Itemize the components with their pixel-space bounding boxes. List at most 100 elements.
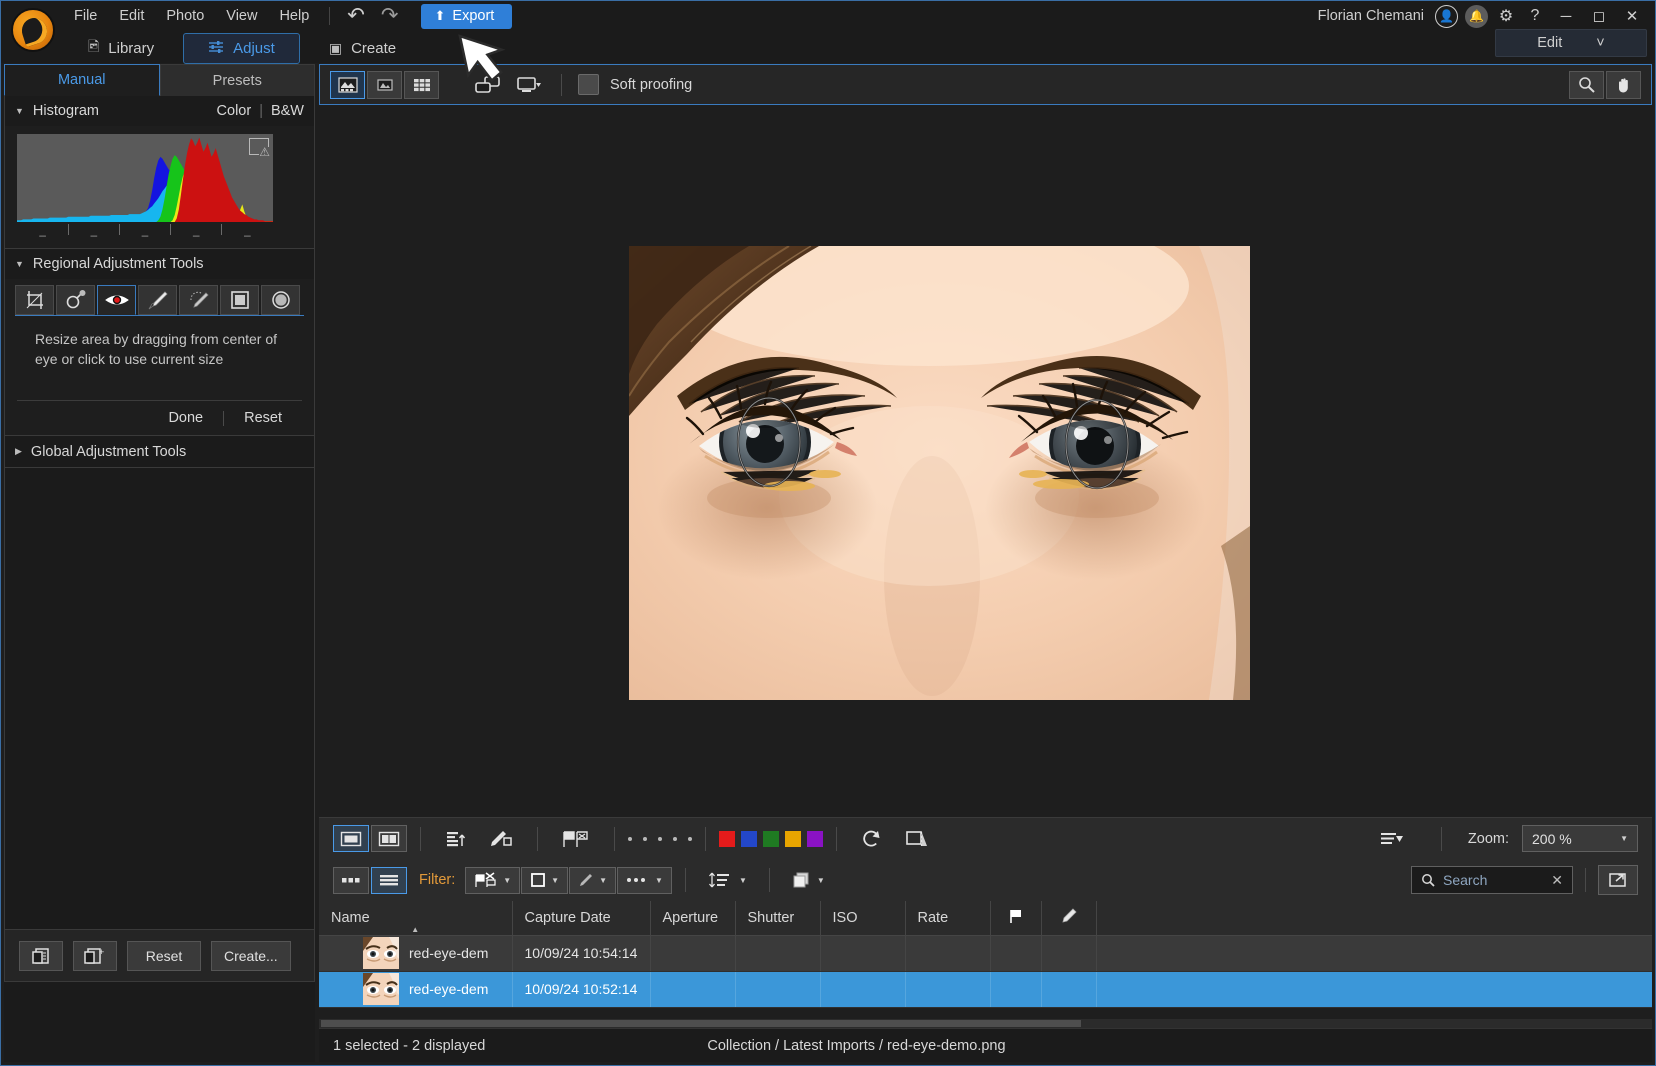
menu-item-edit[interactable]: Edit (108, 5, 155, 27)
photo-canvas[interactable] (319, 105, 1652, 817)
cell-edited[interactable] (1041, 935, 1096, 971)
cell-spacer (1096, 935, 1652, 971)
rating-filter-icon[interactable]: ▼ (617, 867, 672, 894)
maximize-icon[interactable]: ◻ (1584, 7, 1614, 25)
crop-rotate-tool[interactable] (15, 285, 54, 315)
rating-dot-2[interactable] (643, 837, 647, 841)
color-label-green[interactable] (763, 831, 779, 847)
export-button[interactable]: ⬆ Export (421, 4, 513, 29)
rating-dot-4[interactable] (673, 837, 677, 841)
smart-brush-tool[interactable] (179, 285, 218, 315)
rating-dot-5[interactable] (688, 837, 692, 841)
user-avatar-icon[interactable]: 👤 (1435, 5, 1458, 28)
rating-dot-1[interactable] (628, 837, 632, 841)
global-adjustment-header[interactable]: ▶ Global Adjustment Tools (4, 436, 315, 468)
menu-item-help[interactable]: Help (268, 5, 320, 27)
column-rate-label: Rate (918, 910, 949, 926)
histogram-header[interactable]: ▼ Histogram Color|B&W (5, 96, 314, 126)
column-header-name[interactable]: Name ▲ (319, 901, 512, 935)
color-label-red[interactable] (719, 831, 735, 847)
file-list[interactable]: Name ▲ Capture Date Aperture Shutter ISO… (319, 901, 1652, 1028)
display-monitor-icon[interactable] (509, 71, 549, 99)
cell-flag[interactable] (990, 971, 1041, 1007)
regional-adjustment-header[interactable]: ▼ Regional Adjustment Tools (5, 249, 314, 279)
clipping-warning-icon[interactable] (249, 138, 269, 155)
minimize-icon[interactable]: ─ (1551, 8, 1581, 25)
cell-flag[interactable] (990, 935, 1041, 971)
column-header-edited[interactable] (1041, 901, 1096, 935)
create-preset-button[interactable]: Create... (211, 941, 291, 971)
sort-direction-icon[interactable]: ▼ (699, 867, 756, 894)
color-label-blue[interactable] (741, 831, 757, 847)
color-label-yellow[interactable] (785, 831, 801, 847)
popout-window-icon[interactable] (1598, 865, 1638, 895)
close-icon[interactable]: ✕ (1617, 7, 1647, 25)
stack-icon[interactable]: ▼ (783, 867, 834, 894)
reset-all-button[interactable]: Reset (127, 941, 201, 971)
sort-order-icon[interactable] (434, 825, 478, 852)
gear-icon[interactable]: ⚙ (1493, 6, 1519, 26)
list-view-button[interactable] (371, 867, 407, 894)
tab-presets[interactable]: Presets (160, 64, 316, 96)
tab-create[interactable]: ▣ Create (304, 33, 421, 64)
column-header-rate[interactable]: Rate (905, 901, 990, 935)
radial-mask-tool[interactable] (261, 285, 300, 315)
rating-dot-3[interactable] (658, 837, 662, 841)
compare-split-icon[interactable] (894, 825, 940, 852)
tab-manual[interactable]: Manual (4, 64, 160, 96)
flag-filter-icon[interactable]: ▼ (465, 867, 520, 894)
histogram-mode-bw[interactable]: B&W (271, 103, 304, 119)
menu-item-view[interactable]: View (215, 5, 268, 27)
redo-arrow-icon[interactable]: ↷ (373, 5, 407, 27)
tab-adjust[interactable]: Adjust (183, 33, 300, 64)
filmstrip-layout-button[interactable] (333, 825, 369, 852)
flag-reject-icon[interactable] (551, 825, 601, 852)
bell-icon[interactable]: 🔔 (1465, 5, 1488, 28)
color-label-filter-icon[interactable]: ▼ (521, 867, 568, 894)
cell-edited[interactable] (1041, 971, 1096, 1007)
done-button[interactable]: Done (148, 410, 223, 426)
undo-arrow-icon[interactable]: ↶ (339, 5, 373, 27)
column-header-aperture[interactable]: Aperture (650, 901, 735, 935)
search-input[interactable]: Search ✕ (1411, 866, 1573, 894)
column-header-flag[interactable] (990, 901, 1041, 935)
grid-view-button[interactable] (404, 71, 439, 99)
rotate-right-icon[interactable] (850, 825, 894, 852)
gradient-mask-tool[interactable] (220, 285, 259, 315)
edited-filter-icon[interactable]: ▼ (569, 867, 616, 894)
fit-photo-view-button[interactable] (367, 71, 402, 99)
red-eye-removal-tool[interactable] (97, 285, 136, 315)
soft-proofing-toggle[interactable]: Soft proofing (578, 74, 692, 95)
table-row[interactable]: red-eye-dem 10/09/24 10:54:14 (319, 935, 1652, 971)
rating-dots[interactable] (628, 837, 692, 841)
question-mark-icon[interactable]: ? (1522, 7, 1548, 25)
column-header-iso[interactable]: ISO (820, 901, 905, 935)
tab-library[interactable]: 🖻 Library (63, 29, 179, 67)
magnifier-icon[interactable] (1569, 71, 1604, 99)
thumbnail-view-button[interactable] (333, 867, 369, 894)
column-header-capture-date[interactable]: Capture Date (512, 901, 650, 935)
photo-image[interactable] (629, 246, 1250, 700)
table-row[interactable]: red-eye-dem 10/09/24 10:52:14 (319, 971, 1652, 1007)
histogram-mode-color[interactable]: Color (217, 103, 252, 119)
list-options-icon[interactable] (1369, 825, 1415, 852)
menu-item-file[interactable]: File (63, 5, 108, 27)
search-clear-icon[interactable]: ✕ (1551, 872, 1563, 889)
split-layout-button[interactable] (371, 825, 407, 852)
soft-proofing-checkbox[interactable] (578, 74, 599, 95)
column-header-shutter[interactable]: Shutter (735, 901, 820, 935)
single-photo-view-button[interactable] (330, 71, 365, 99)
hand-icon[interactable] (1606, 71, 1641, 99)
horizontal-scrollbar[interactable] (319, 1019, 1652, 1028)
paste-settings-icon[interactable]: + (73, 941, 117, 971)
copy-settings-icon[interactable] (19, 941, 63, 971)
menu-item-photo[interactable]: Photo (155, 5, 215, 27)
compare-before-after-icon[interactable] (467, 71, 509, 99)
pencil-tag-icon[interactable] (478, 825, 524, 852)
zoom-select[interactable]: 200 % ▼ (1522, 825, 1638, 852)
spot-removal-tool[interactable] (56, 285, 95, 315)
adjustment-brush-tool[interactable] (138, 285, 177, 315)
color-label-purple[interactable] (807, 831, 823, 847)
reset-tool-button[interactable]: Reset (224, 410, 302, 426)
edit-dropdown-button[interactable]: Edit ˅ (1495, 29, 1647, 57)
